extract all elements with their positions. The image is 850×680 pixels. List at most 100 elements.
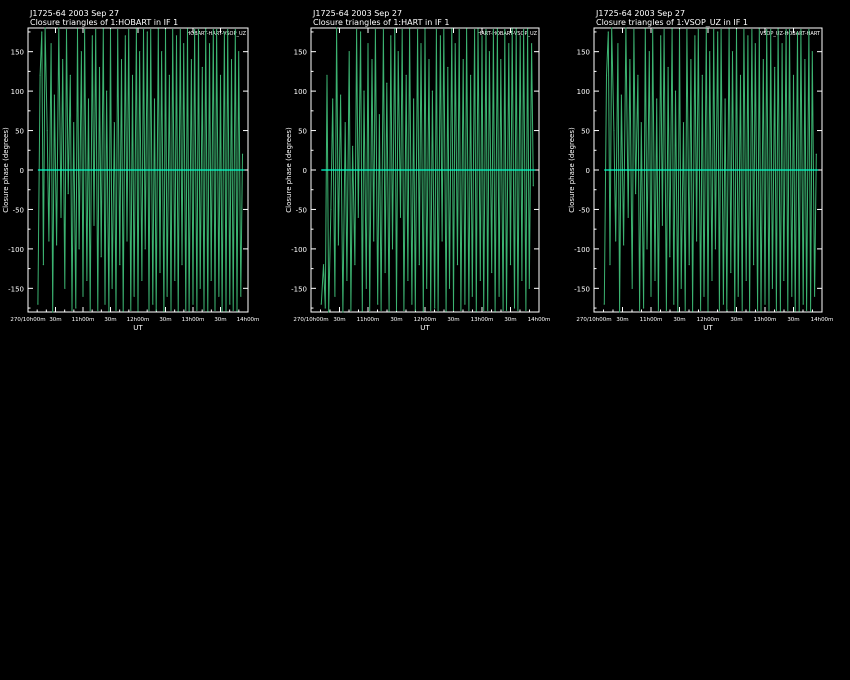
- data-point: [62, 58, 64, 61]
- data-point: [678, 28, 681, 31]
- y-tick-label: 0: [586, 167, 590, 175]
- data-point: [168, 74, 170, 76]
- data-point: [443, 28, 445, 31]
- data-point: [399, 216, 402, 218]
- data-point: [660, 35, 662, 37]
- data-point: [713, 28, 715, 31]
- data-point: [745, 279, 747, 282]
- data-point: [656, 98, 658, 100]
- data-point: [95, 28, 97, 31]
- data-point: [617, 43, 619, 45]
- data-point: [346, 279, 348, 282]
- data-point: [230, 58, 233, 61]
- data-point: [639, 309, 641, 312]
- data-point: [98, 66, 101, 69]
- y-tick-label: 50: [15, 128, 24, 136]
- x-tick-label: 270/10h00m: [293, 317, 328, 323]
- data-point: [802, 303, 804, 305]
- data-point: [620, 94, 622, 96]
- data-point: [657, 309, 660, 312]
- x-tick-label: 14h00m: [237, 317, 260, 323]
- data-point: [753, 264, 755, 266]
- data-point: [777, 28, 779, 30]
- data-point: [714, 248, 717, 250]
- data-point: [326, 74, 328, 76]
- data-point: [166, 295, 168, 297]
- data-point: [197, 28, 200, 31]
- data-point: [65, 28, 68, 31]
- data-point: [479, 279, 481, 282]
- x-tick-label: 11h00m: [357, 317, 380, 323]
- data-point: [120, 58, 123, 61]
- data-point: [409, 28, 411, 30]
- data-point: [701, 74, 703, 76]
- data-point: [720, 28, 722, 31]
- data-point: [435, 28, 437, 31]
- data-point: [696, 240, 698, 242]
- data-point: [142, 28, 145, 31]
- data-point: [324, 307, 326, 309]
- data-point: [86, 279, 88, 282]
- data-point: [342, 311, 344, 313]
- data-point: [766, 28, 768, 31]
- data-point: [631, 287, 633, 289]
- data-point: [439, 35, 441, 37]
- data-point: [369, 309, 371, 312]
- data-point: [684, 309, 686, 312]
- data-point: [424, 28, 426, 30]
- data-point: [677, 310, 679, 312]
- data-point: [430, 309, 432, 312]
- data-point: [451, 28, 453, 30]
- x-axis-label: UT: [420, 324, 430, 332]
- data-point: [426, 287, 428, 289]
- data-point: [91, 35, 93, 37]
- data-point: [157, 28, 159, 30]
- data-point: [485, 28, 487, 31]
- data-point: [718, 309, 721, 312]
- data-point: [128, 28, 130, 31]
- data-point: [452, 309, 455, 312]
- data-point: [357, 216, 359, 218]
- data-point: [377, 303, 379, 305]
- data-point: [133, 295, 135, 297]
- x-tick-label: 12h00m: [414, 317, 437, 323]
- data-point: [692, 310, 694, 312]
- data-point: [603, 303, 605, 305]
- data-point: [611, 27, 613, 29]
- y-tick-label: -100: [8, 246, 24, 254]
- data-point: [633, 28, 635, 31]
- data-point: [67, 193, 69, 195]
- y-tick-label: 0: [20, 167, 24, 175]
- data-point: [699, 309, 702, 312]
- data-point: [126, 240, 128, 242]
- data-point: [210, 279, 212, 282]
- data-point: [494, 310, 496, 312]
- data-point: [667, 66, 669, 69]
- data-point: [523, 28, 525, 31]
- data-point: [332, 98, 334, 100]
- y-tick-label: -150: [574, 285, 590, 293]
- data-point: [466, 28, 468, 30]
- data-point: [227, 28, 229, 31]
- data-point: [46, 129, 48, 132]
- data-point: [413, 98, 415, 100]
- data-point: [458, 28, 460, 31]
- data-point: [810, 310, 812, 312]
- data-point: [650, 295, 652, 297]
- y-tick-label: -50: [13, 206, 24, 214]
- y-tick-label: 50: [298, 128, 307, 136]
- data-point: [468, 309, 470, 312]
- data-point: [185, 309, 187, 312]
- y-tick-label: 100: [577, 88, 590, 96]
- x-tick-label: 11h00m: [640, 317, 663, 323]
- data-point: [192, 303, 194, 305]
- data-point: [475, 310, 477, 312]
- data-point: [39, 74, 41, 76]
- data-point: [734, 310, 736, 312]
- y-axis-label: Closure phase (degrees): [568, 127, 576, 213]
- data-point: [808, 28, 810, 31]
- data-point: [788, 28, 791, 31]
- data-point: [337, 244, 339, 246]
- data-point: [806, 309, 808, 312]
- data-point: [330, 208, 332, 211]
